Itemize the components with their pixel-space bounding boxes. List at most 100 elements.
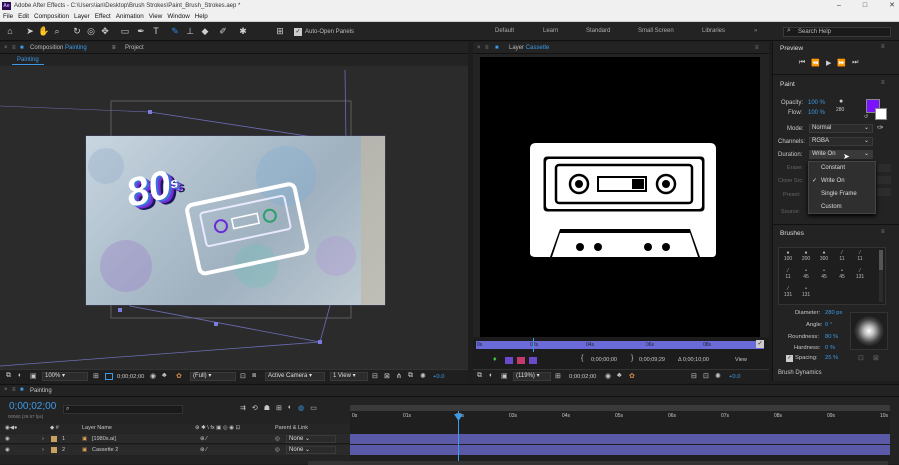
layer-time-ruler[interactable]: 0s 02s 04s 06s 08s ✓ ♦ { 0;00;00;00 } 0;… (473, 338, 769, 369)
previous-frame-icon[interactable]: ⏪ (811, 59, 820, 69)
spacing-checkbox[interactable]: ✓ (786, 355, 793, 362)
layer-track-bar[interactable] (350, 445, 890, 455)
workspace-overflow-icon[interactable]: » (754, 28, 757, 34)
layer-start-time[interactable]: 0;00;00;00 (591, 357, 617, 363)
graph-editor-icon[interactable]: ◍ (298, 404, 304, 415)
menu-view[interactable]: View (149, 12, 163, 21)
delete-brush-icon[interactable]: ⊠ (873, 354, 879, 362)
brush-tip[interactable]: ● 100 (781, 250, 795, 262)
zoom-tool-icon[interactable]: ⌕ (52, 26, 62, 36)
search-help-input[interactable]: ⌕ Search Help (783, 27, 891, 37)
layer-exposure-value[interactable]: +0.0 (729, 374, 740, 380)
pixel-aspect-icon[interactable]: ⊟ (691, 372, 697, 380)
panel-menu-icon[interactable]: ≡ (485, 42, 489, 54)
render-preview-icon[interactable]: ⧉ (477, 372, 482, 380)
camera-tool-icon[interactable]: ◎ (86, 26, 96, 36)
timeline-search-input[interactable]: ⌕ (63, 405, 183, 414)
brush-tip-icon[interactable]: ● (839, 98, 843, 105)
flow-value[interactable]: 100 % (808, 110, 825, 116)
reset-exposure-icon[interactable]: ⧉ (408, 372, 413, 380)
type-tool-icon[interactable]: T (151, 26, 161, 36)
workspace-libraries[interactable]: Libraries (702, 28, 725, 34)
3d-view-icon[interactable]: ⊠ (384, 372, 390, 380)
spacing-value[interactable]: 25 % (825, 355, 838, 361)
diameter-value[interactable]: 280 px (825, 310, 842, 316)
preview-menu-icon[interactable]: ≡ (881, 44, 885, 50)
eyedropper-icon[interactable]: ✑ (877, 123, 884, 132)
transparency-grid-icon[interactable] (105, 373, 113, 380)
last-frame-icon[interactable]: ⏭ (852, 59, 858, 69)
brush-tip[interactable]: • 45 (817, 268, 831, 280)
parent-dropdown[interactable]: None ⌄ (286, 435, 336, 443)
layer-viewer[interactable] (473, 54, 769, 337)
layer-switches[interactable]: ⊛ ⁄ (200, 434, 207, 444)
brushes-menu-icon[interactable]: ≡ (881, 229, 885, 235)
swap-colors-icon[interactable]: ↺ (864, 114, 868, 120)
exposure-icon[interactable]: ✺ (715, 372, 721, 380)
hardness-value[interactable]: 0 % (825, 345, 835, 351)
menu-window[interactable]: Window (167, 12, 189, 21)
brush-tip[interactable]: ⁄ 11 (835, 250, 849, 262)
parent-pickwhip-icon[interactable]: ◎ (275, 445, 280, 455)
panel-menu-icon[interactable]: ≡ (12, 387, 16, 393)
menu-composition[interactable]: Composition (34, 12, 69, 21)
workspace-small-screen[interactable]: Small Screen (638, 28, 674, 34)
set-out-point-icon[interactable]: } (631, 355, 633, 362)
workspace-default[interactable]: Default (495, 28, 514, 34)
opacity-value[interactable]: 100 % (808, 100, 825, 106)
toggle-mask-icon[interactable]: ⧈ (252, 372, 256, 380)
brush-tip[interactable]: ⁄ 131 (853, 268, 867, 280)
chart-icon[interactable]: ▭ (310, 404, 317, 415)
menu-help[interactable]: Help (195, 12, 208, 21)
save-brush-icon[interactable]: ⊡ (858, 354, 864, 362)
brush-tip[interactable]: • 131 (799, 286, 813, 298)
exposure-icon[interactable]: ✺ (420, 372, 426, 380)
layer-name[interactable]: Cassette 2 (92, 445, 118, 455)
timeline-scrollbar[interactable] (308, 461, 888, 465)
fast-previews-icon[interactable]: ⊡ (703, 372, 709, 380)
current-time[interactable]: 0;00;02;00 (9, 401, 56, 412)
layer-row[interactable]: ◉ › 1 ▣ [1980s.ai] ⊛ ⁄ ◎ None ⌄ (0, 434, 350, 444)
layer-duration-bar[interactable] (476, 341, 764, 349)
workspace-standard[interactable]: Standard (586, 28, 610, 34)
duration-option-write-on[interactable]: ✓ Write On (809, 175, 875, 188)
duration-option-constant[interactable]: Constant (809, 162, 875, 175)
brushes-scrollbar[interactable] (879, 250, 883, 302)
mask-visibility-icon[interactable]: ◐ (489, 372, 493, 379)
work-area-bar[interactable] (350, 405, 890, 411)
painting-subtab[interactable]: Painting (12, 56, 44, 65)
layer-switches[interactable]: ⊛ ⁄ (200, 445, 207, 455)
camera-dropdown[interactable]: Active Camera ▾ (265, 372, 325, 381)
zoom-dropdown[interactable]: 100% ▾ (42, 372, 88, 381)
first-frame-icon[interactable]: ⏮ (799, 59, 805, 69)
flowchart-icon[interactable]: ⋔ (396, 372, 402, 380)
selection-tool-icon[interactable]: ➤ (25, 26, 35, 36)
timeline-tab[interactable]: Painting (30, 388, 52, 394)
mask-visibility-icon[interactable]: ◐ (18, 372, 22, 379)
channel-icon[interactable]: ✿ (629, 372, 635, 380)
render-preview-icon[interactable]: ⧉ (6, 372, 11, 380)
hand-tool-icon[interactable]: ✋ (38, 26, 49, 36)
minimize-icon[interactable]: – (837, 0, 841, 12)
composition-tab[interactable]: Composition Painting (30, 42, 87, 54)
menu-edit[interactable]: Edit (18, 12, 29, 21)
brush-tool-icon[interactable]: ✎ (170, 26, 180, 36)
brush-tip[interactable]: • 45 (835, 268, 849, 280)
next-frame-icon[interactable]: ⏩ (837, 59, 846, 69)
auto-open-checkbox[interactable]: ✓ (294, 28, 302, 36)
grid-toggle-icon[interactable]: ⊞ (93, 372, 99, 380)
parent-dropdown[interactable]: None ⌄ (286, 446, 336, 454)
background-color-swatch[interactable] (875, 108, 887, 120)
brush-tip[interactable]: ● 200 (799, 250, 813, 262)
layer-label-color[interactable] (51, 447, 57, 453)
show-snapshot-icon[interactable]: ♣ (617, 372, 622, 379)
brush-tip[interactable]: ● 300 (817, 250, 831, 262)
project-tab[interactable]: Project (125, 42, 144, 54)
frame-blending-icon[interactable]: ⊞ (276, 404, 282, 415)
workspace-learn[interactable]: Learn (543, 28, 558, 34)
puppet-tool-icon[interactable]: ✱ (238, 26, 248, 36)
composition-viewer[interactable]: 80s (0, 66, 468, 369)
layer-purple-swatch[interactable] (505, 357, 513, 364)
clone-stamp-tool-icon[interactable]: ⊥ (185, 26, 195, 36)
shy-layers-icon[interactable]: ☗ (264, 404, 270, 415)
